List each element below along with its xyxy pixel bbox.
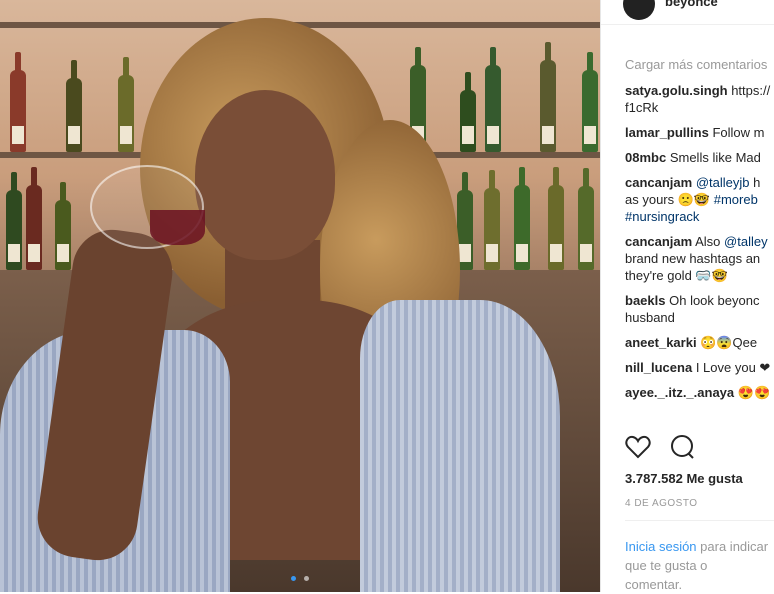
comment-username[interactable]: ayee._.itz._.anaya: [625, 385, 734, 400]
striped-shirt: [360, 300, 560, 592]
carousel-dot-active[interactable]: [290, 576, 296, 581]
comment: cancanjam Also @talley brand new hashtag…: [625, 233, 774, 284]
comment-text: I Love you ❤: [695, 360, 771, 375]
comment-hashtag[interactable]: #nursingrack: [625, 209, 699, 224]
login-link[interactable]: Inicia sesión: [625, 539, 697, 554]
post-date: 4 DE AGOSTO: [625, 498, 698, 509]
comment-text: Also: [695, 234, 721, 249]
comment-text: Smells like Mad: [669, 150, 761, 165]
comment-username[interactable]: satya.golu.singh: [625, 83, 728, 98]
like-count[interactable]: 3.787.582 Me gusta: [625, 471, 743, 486]
comment-text: f1cRk: [625, 100, 659, 115]
comment-username[interactable]: lamar_pullins: [625, 125, 709, 140]
comment-text: husband: [625, 310, 675, 325]
red-wine: [150, 210, 205, 245]
comments-list: satya.golu.singh https:// f1cRk lamar_pu…: [625, 82, 774, 409]
post-actions: [625, 434, 695, 462]
wine-bottle: [26, 167, 42, 270]
comment: baekls Oh look beyonc husband: [625, 292, 774, 326]
post-username[interactable]: beyonce: [665, 0, 718, 9]
comment-username[interactable]: aneet_karki: [625, 335, 697, 350]
comment-text: 😍😍: [737, 385, 771, 400]
comment-username[interactable]: baekls: [625, 293, 665, 308]
comment: cancanjam @talleyjb h as yours 🙁🤓 #moreb…: [625, 174, 774, 225]
wine-bottle: [6, 172, 22, 270]
comment-text: as yours 🙁🤓: [625, 192, 711, 207]
comment: satya.golu.singh https:// f1cRk: [625, 82, 774, 116]
load-more-comments-link[interactable]: Cargar más comentarios: [625, 57, 767, 72]
login-prompt-text-2: comentar.: [625, 577, 683, 592]
avatar[interactable]: [623, 0, 655, 20]
post-photo[interactable]: [0, 0, 600, 592]
wine-bottle: [118, 57, 134, 152]
comment: nill_lucena I Love you ❤: [625, 359, 774, 376]
wine-bottle: [460, 72, 476, 152]
comment-mention[interactable]: @talley: [724, 234, 768, 249]
comment: 08mbc Smells like Mad: [625, 149, 774, 166]
comment-username[interactable]: cancanjam: [625, 175, 692, 190]
comment: aneet_karki 😳😨Qee: [625, 334, 774, 351]
divider: [625, 520, 774, 521]
post-header: beyonce: [601, 0, 774, 25]
carousel-dot[interactable]: [304, 576, 310, 581]
wine-bottle: [66, 60, 82, 152]
comment-hashtag[interactable]: #moreb: [714, 192, 758, 207]
comment-text: brand new hashtags an: [625, 251, 761, 266]
comment-username[interactable]: cancanjam: [625, 234, 692, 249]
comment: ayee._.itz._.anaya 😍😍: [625, 384, 774, 401]
heart-icon[interactable]: [625, 435, 651, 464]
wine-bottle: [540, 42, 556, 152]
carousel-indicator: [0, 568, 600, 586]
comment-username[interactable]: nill_lucena: [625, 360, 692, 375]
comment-text: Follow m: [712, 125, 765, 140]
wine-bottle: [548, 167, 564, 270]
wine-bottle: [484, 170, 500, 270]
comment-text: h: [753, 175, 761, 190]
wine-bottle: [55, 182, 71, 270]
comment: lamar_pullins Follow m: [625, 124, 774, 141]
wine-bottle: [514, 167, 530, 270]
comment-text: 😳😨Qee: [700, 335, 758, 350]
comment-text: Oh look beyonc: [669, 293, 760, 308]
face: [195, 90, 335, 260]
comment-icon[interactable]: [669, 434, 695, 465]
comment-text[interactable]: https://: [731, 83, 770, 98]
comment-mention[interactable]: @talleyjb: [696, 175, 750, 190]
post-sidebar: beyonce Cargar más comentarios satya.gol…: [600, 0, 774, 592]
login-prompt: Inicia sesión para indicar que te gusta …: [625, 537, 774, 594]
wine-bottle: [582, 52, 598, 152]
comment-username[interactable]: 08mbc: [625, 150, 666, 165]
wine-bottle: [578, 168, 594, 270]
wine-bottle: [10, 52, 26, 152]
wine-bottle: [485, 47, 501, 152]
comment-text: they're gold 🥽🤓: [625, 268, 728, 283]
